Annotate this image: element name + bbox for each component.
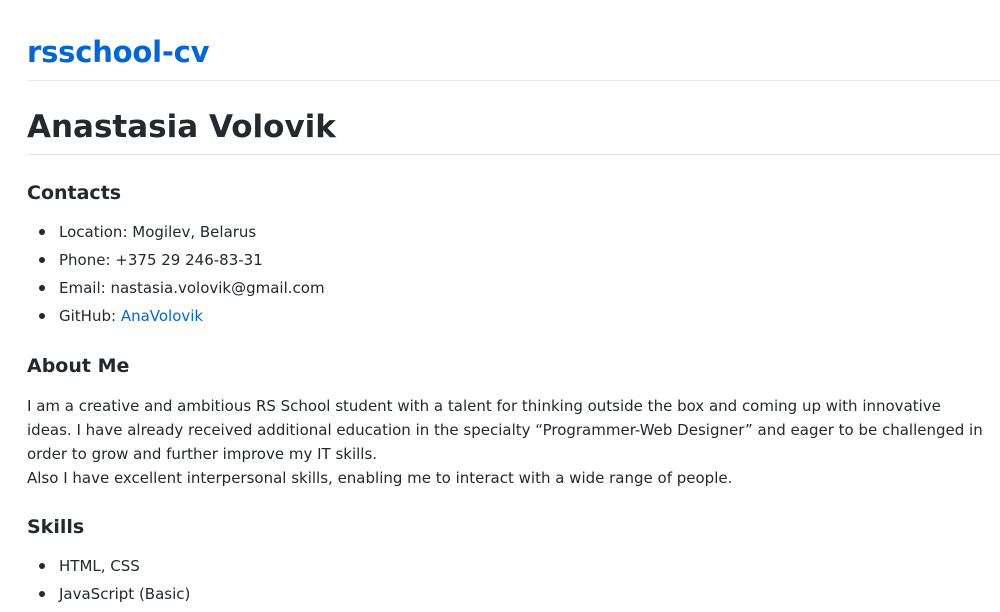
skills-heading: Skills: [27, 516, 85, 538]
contact-email: Email: nastasia.volovik@gmail.com: [27, 274, 325, 302]
page: rsschool-cv Anastasia Volovik Contacts L…: [0, 0, 1000, 612]
bullet-icon: [39, 229, 45, 235]
about-text: I am a creative and ambitious RS School …: [27, 394, 987, 490]
about-paragraph-2: Also I have excellent interpersonal skil…: [27, 469, 733, 487]
about-paragraph-1: I am a creative and ambitious RS School …: [27, 397, 983, 463]
github-link[interactable]: AnaVolovik: [121, 307, 203, 325]
site-title-link[interactable]: rsschool-cv: [27, 35, 210, 69]
title-divider: [27, 154, 1000, 155]
skills-list: HTML, CSS JavaScript (Basic): [27, 552, 190, 608]
contact-github-label: GitHub:: [59, 307, 121, 325]
skill-item-text: JavaScript (Basic): [59, 585, 191, 603]
bullet-icon: [39, 285, 45, 291]
about-heading: About Me: [27, 355, 130, 377]
skill-item-text: HTML, CSS: [59, 557, 140, 575]
skill-item: HTML, CSS: [27, 552, 190, 580]
contact-email-text: Email: nastasia.volovik@gmail.com: [59, 279, 325, 297]
bullet-icon: [39, 591, 45, 597]
page-title: Anastasia Volovik: [27, 109, 336, 145]
contact-github: GitHub: AnaVolovik: [27, 302, 325, 330]
contact-location-text: Location: Mogilev, Belarus: [59, 223, 257, 241]
site-title: rsschool-cv: [27, 34, 210, 70]
bullet-icon: [39, 563, 45, 569]
contacts-list: Location: Mogilev, Belarus Phone: +375 2…: [27, 218, 325, 330]
contacts-heading: Contacts: [27, 182, 122, 204]
contact-phone: Phone: +375 29 246-83-31: [27, 246, 325, 274]
header-divider: [27, 80, 1000, 81]
skill-item: JavaScript (Basic): [27, 580, 190, 608]
bullet-icon: [39, 257, 45, 263]
bullet-icon: [39, 313, 45, 319]
contact-location: Location: Mogilev, Belarus: [27, 218, 325, 246]
contact-phone-text: Phone: +375 29 246-83-31: [59, 251, 263, 269]
